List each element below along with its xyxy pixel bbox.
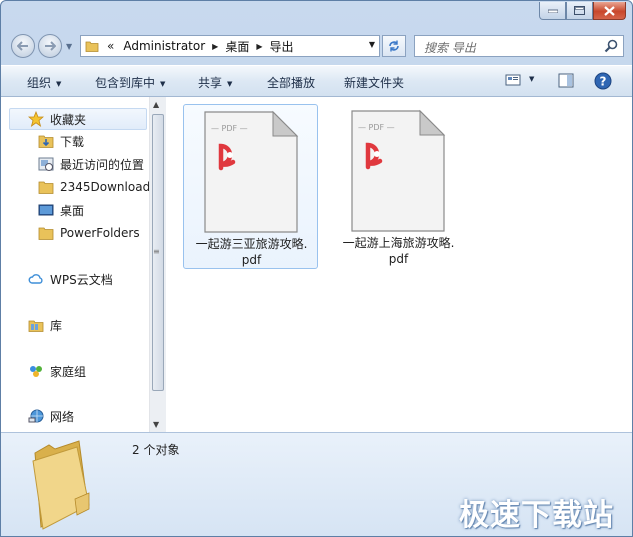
scroll-down-icon[interactable]: ▼ (153, 420, 159, 429)
minimize-button[interactable] (539, 2, 566, 20)
navigation-row: ▼ « Administrator ▶ 桌面 ▶ 导出 ▼ 搜索 导出 (1, 31, 632, 61)
nav-downloads-label: 下载 (60, 134, 85, 149)
cloud-icon (28, 271, 44, 287)
search-icon[interactable] (604, 39, 618, 53)
file-name-line2: pdf (241, 253, 262, 267)
scroll-up-icon[interactable]: ▲ (153, 100, 159, 109)
crumb-separator-icon[interactable]: ▶ (256, 42, 262, 51)
nav-powerfolders[interactable]: PowerFolders (38, 223, 140, 243)
network-icon (28, 408, 44, 424)
nav-2345downloads-label: 2345Downloads (60, 180, 149, 194)
arrow-right-icon (45, 41, 56, 51)
forward-button[interactable] (38, 34, 62, 58)
pdf-file-icon: — PDF — (204, 110, 299, 233)
new-folder-button[interactable]: 新建文件夹 (344, 74, 404, 91)
help-icon[interactable]: ? (594, 72, 612, 90)
folder-icon (85, 41, 99, 52)
close-icon (604, 5, 615, 16)
crumb-desktop[interactable]: 桌面 (225, 38, 249, 55)
include-in-library-menu[interactable]: 包含到库中 ▼ (95, 74, 165, 91)
file-name-line1: 一起游三亚旅游攻略. (195, 237, 308, 251)
content-area: 收藏夹 下载 最近访问的位置 2345Downloads 桌面 PowerFol… (1, 97, 632, 432)
item-count: 2 个对象 (132, 443, 180, 457)
address-dropdown-icon[interactable]: ▼ (369, 40, 375, 49)
share-menu[interactable]: 共享 ▼ (198, 74, 232, 91)
nav-downloads[interactable]: 下载 (38, 131, 84, 151)
nav-homegroup[interactable]: 家庭组 (28, 361, 86, 381)
nav-favorites[interactable]: 收藏夹 (9, 108, 147, 130)
crumb-separator-icon[interactable]: ▶ (212, 42, 218, 51)
nav-wps-cloud[interactable]: WPS云文档 (28, 269, 113, 289)
nav-favorites-label: 收藏夹 (50, 112, 87, 127)
nav-wps-cloud-label: WPS云文档 (50, 272, 113, 287)
nav-network-label: 网络 (50, 409, 75, 424)
change-view-icon[interactable] (505, 73, 521, 87)
file-item-shanghai[interactable]: — PDF — 一起游上海旅游攻略. pdf (331, 104, 466, 269)
view-options-dropdown-icon[interactable]: ▼ (529, 75, 534, 83)
chevron-down-icon: ▼ (227, 80, 233, 88)
pdf-file-icon: — PDF — (351, 109, 446, 232)
nav-desktop[interactable]: 桌面 (38, 200, 84, 220)
search-placeholder: 搜索 导出 (424, 41, 476, 55)
file-name: 一起游上海旅游攻略. pdf (331, 235, 466, 267)
file-list: — PDF — 一起游三亚旅游攻略. pdf — PDF — 一起游上海旅游攻略… (166, 97, 632, 432)
nav-network[interactable]: 网络 (28, 406, 74, 426)
download-folder-icon (38, 133, 54, 149)
desktop-icon (38, 202, 54, 218)
preview-pane-icon[interactable] (558, 73, 574, 89)
refresh-button[interactable] (382, 35, 406, 57)
file-name-line2: pdf (388, 252, 409, 266)
minimize-icon (547, 9, 558, 13)
nav-2345downloads[interactable]: 2345Downloads (38, 177, 149, 197)
file-item-sanya[interactable]: — PDF — 一起游三亚旅游攻略. pdf (183, 104, 318, 269)
chevron-down-icon: ▼ (56, 80, 62, 88)
arrow-left-icon (17, 41, 28, 51)
watermark-text: 极速下载站 (459, 498, 614, 533)
file-name-line1: 一起游上海旅游攻略. (342, 236, 455, 250)
nav-recent-places[interactable]: 最近访问的位置 (38, 154, 144, 174)
caption-buttons (539, 2, 626, 20)
pdf-label: — PDF — (211, 124, 248, 133)
file-name: 一起游三亚旅游攻略. pdf (184, 236, 319, 268)
crumb-administrator[interactable]: Administrator (123, 39, 205, 53)
chevron-down-icon: ▼ (160, 80, 166, 88)
recent-pages-dropdown[interactable]: ▼ (66, 42, 72, 51)
organize-menu[interactable]: 组织 ▼ (27, 74, 61, 91)
play-all-button[interactable]: 全部播放 (267, 74, 315, 91)
nav-libraries-label: 库 (50, 318, 63, 333)
details-pane: 2 个对象 极速下载站 (1, 432, 632, 536)
recent-places-icon (38, 156, 54, 172)
command-bar: 组织 ▼ 包含到库中 ▼ 共享 ▼ 全部播放 新建文件夹 ▼ ? (1, 65, 632, 97)
nav-powerfolders-label: PowerFolders (60, 226, 140, 240)
nav-desktop-label: 桌面 (60, 203, 85, 218)
maximize-button[interactable] (566, 2, 593, 20)
nav-homegroup-label: 家庭组 (50, 364, 87, 379)
include-in-library-label: 包含到库中 (95, 76, 156, 90)
large-folder-icon (32, 440, 90, 530)
star-icon (28, 111, 44, 127)
navigation-pane: 收藏夹 下载 最近访问的位置 2345Downloads 桌面 PowerFol… (1, 97, 149, 432)
library-icon (28, 317, 44, 333)
close-button[interactable] (593, 2, 626, 20)
homegroup-icon (28, 363, 44, 379)
folder-icon (38, 225, 54, 241)
scrollbar-grip-icon: ≡ (153, 247, 160, 256)
crumb-export[interactable]: 导出 (269, 38, 293, 55)
share-label: 共享 (198, 76, 223, 90)
svg-text:?: ? (600, 75, 607, 89)
search-input[interactable]: 搜索 导出 (414, 35, 624, 57)
overflow-chevron[interactable]: « (107, 39, 114, 53)
nav-recent-places-label: 最近访问的位置 (60, 157, 145, 172)
back-button[interactable] (11, 34, 35, 58)
pdf-label: — PDF — (358, 123, 395, 132)
address-bar[interactable]: « Administrator ▶ 桌面 ▶ 导出 ▼ (80, 35, 380, 57)
nav-libraries[interactable]: 库 (28, 315, 62, 335)
nav-pane-scrollbar[interactable]: ▲ ≡ ▼ (149, 97, 166, 432)
organize-label: 组织 (27, 76, 52, 90)
refresh-icon (389, 40, 399, 52)
folder-icon (38, 179, 54, 195)
explorer-window: ▼ « Administrator ▶ 桌面 ▶ 导出 ▼ 搜索 导出 组织 ▼ … (0, 0, 633, 537)
maximize-icon (574, 6, 585, 15)
